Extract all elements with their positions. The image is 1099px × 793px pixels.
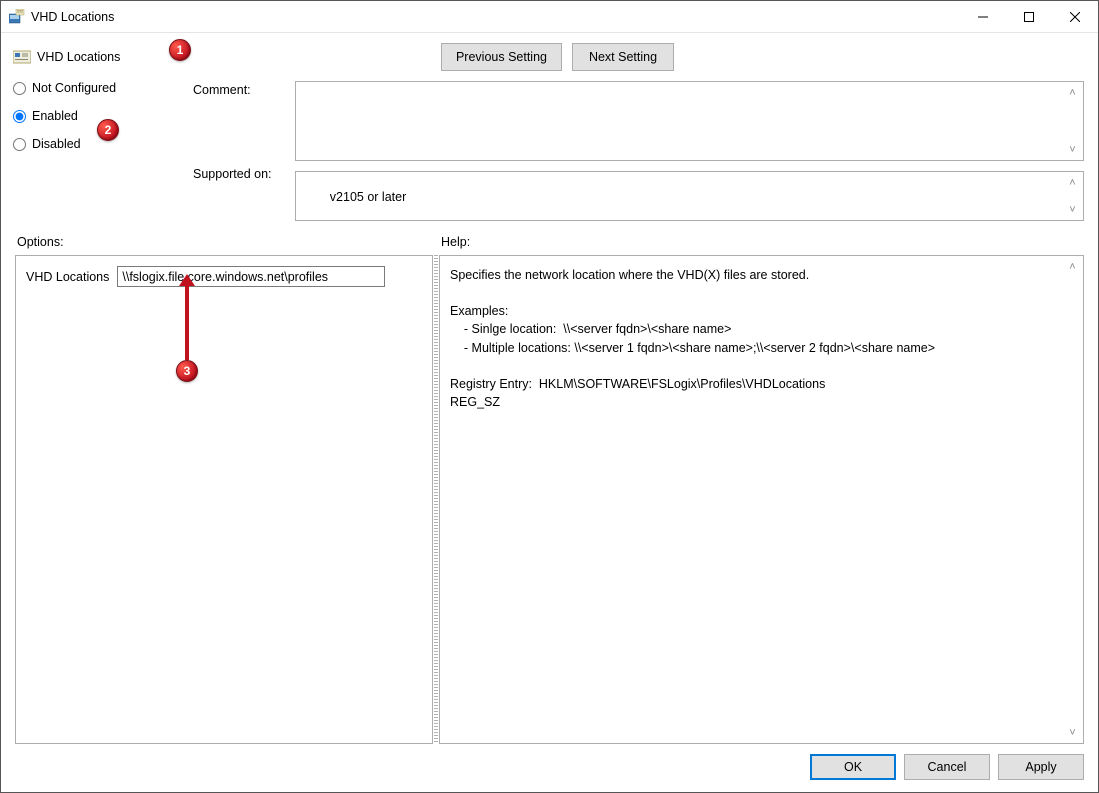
scroll-up-icon[interactable]: ˄ — [1064, 174, 1081, 191]
setting-icon — [13, 49, 31, 65]
apply-button[interactable]: Apply — [998, 754, 1084, 780]
minimize-button[interactable] — [960, 1, 1006, 32]
help-text: Specifies the network location where the… — [450, 266, 1073, 411]
upper-region: Not Configured Enabled Disabled Comment:… — [1, 75, 1098, 231]
help-body: Specifies the network location where the… — [439, 255, 1084, 744]
scroll-down-icon[interactable]: ˅ — [1064, 141, 1081, 158]
window-frame: VHD Locations VHD Locations — [0, 0, 1099, 793]
scroll-down-icon[interactable]: ˅ — [1064, 724, 1081, 741]
callout-badge-1: 1 — [169, 39, 191, 61]
nav-buttons: Previous Setting Next Setting — [441, 43, 674, 71]
app-icon — [9, 9, 25, 25]
setting-title-text: VHD Locations — [37, 50, 120, 64]
options-title: Options: — [15, 231, 433, 255]
state-radio-group: Not Configured Enabled Disabled — [13, 81, 173, 221]
vhd-locations-input[interactable] — [117, 266, 385, 287]
radio-disabled-label: Disabled — [32, 137, 81, 151]
cancel-button[interactable]: Cancel — [904, 754, 990, 780]
radio-not-configured[interactable]: Not Configured — [13, 81, 173, 95]
footer-buttons: OK Cancel Apply — [1, 744, 1098, 792]
split-panes: Options: VHD Locations 3 Help: Specifies… — [1, 231, 1098, 744]
setting-title: VHD Locations — [13, 49, 120, 65]
radio-disabled[interactable]: Disabled — [13, 137, 173, 151]
supported-on-textbox: v2105 or later ˄ ˅ — [295, 171, 1084, 221]
field-labels: Comment: Supported on: — [193, 81, 275, 221]
window-title: VHD Locations — [31, 10, 114, 24]
annotation-arrow — [185, 284, 189, 360]
comment-textbox[interactable]: ˄ ˅ — [295, 81, 1084, 161]
field-values: ˄ ˅ v2105 or later ˄ ˅ — [295, 81, 1084, 221]
close-button[interactable] — [1052, 1, 1098, 32]
comment-label: Comment: — [193, 83, 275, 97]
help-title: Help: — [439, 231, 1084, 255]
scroll-down-icon[interactable]: ˅ — [1064, 201, 1081, 218]
options-pane: Options: VHD Locations 3 — [15, 231, 433, 744]
callout-badge-2: 2 — [97, 119, 119, 141]
next-setting-button[interactable]: Next Setting — [572, 43, 674, 71]
title-bar: VHD Locations — [1, 1, 1098, 33]
supported-on-value: v2105 or later — [330, 190, 406, 204]
previous-setting-button[interactable]: Previous Setting — [441, 43, 562, 71]
maximize-button[interactable] — [1006, 1, 1052, 32]
vhd-locations-label: VHD Locations — [26, 270, 109, 284]
scroll-up-icon[interactable]: ˄ — [1064, 258, 1081, 275]
radio-not-configured-label: Not Configured — [32, 81, 116, 95]
ok-button[interactable]: OK — [810, 754, 896, 780]
radio-disabled-input[interactable] — [13, 138, 26, 151]
callout-badge-3: 3 — [176, 360, 198, 382]
vhd-locations-row: VHD Locations — [26, 266, 422, 287]
radio-enabled-label: Enabled — [32, 109, 78, 123]
radio-enabled[interactable]: Enabled — [13, 109, 173, 123]
radio-enabled-input[interactable] — [13, 110, 26, 123]
help-pane: Help: Specifies the network location whe… — [439, 231, 1084, 744]
header-row: VHD Locations Previous Setting Next Sett… — [1, 33, 1098, 75]
options-body: VHD Locations 3 — [15, 255, 433, 744]
radio-not-configured-input[interactable] — [13, 82, 26, 95]
supported-on-label: Supported on: — [193, 167, 275, 181]
scroll-up-icon[interactable]: ˄ — [1064, 84, 1081, 101]
